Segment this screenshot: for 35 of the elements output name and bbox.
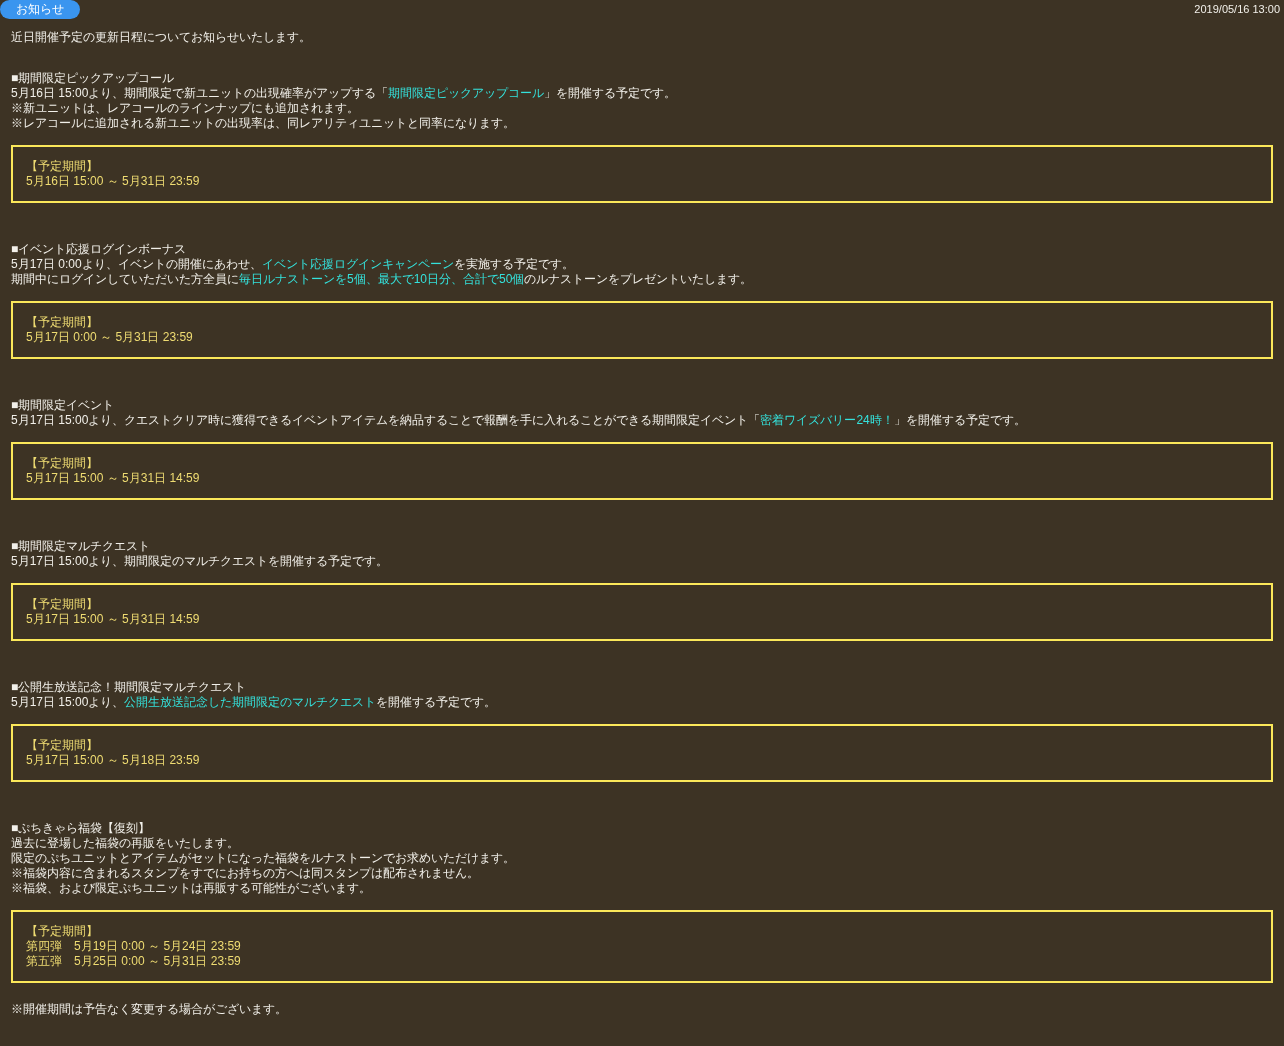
post-date: 2019/05/16 13:00 bbox=[1194, 2, 1280, 17]
period-dates: 5月17日 0:00 ～ 5月31日 23:59 bbox=[26, 330, 194, 345]
section-title: ■公開生放送記念！期間限定マルチクエスト bbox=[11, 680, 248, 695]
body-text: ※福袋内容に含まれるスタンプをすでにお持ちの方へは同スタンプは配布されません。 bbox=[11, 866, 480, 881]
period-dates: 第四弾 5月19日 0:00 ～ 5月24日 23:59 bbox=[26, 939, 242, 954]
period-dates: 第五弾 5月25日 0:00 ～ 5月31日 23:59 bbox=[26, 954, 242, 969]
body-text: 5月17日 15:00より、公開生放送記念した期間限定のマルチクエスト を開催する予定です。 bbox=[11, 695, 498, 710]
body-text: 5月17日 15:00より、期間限定のマルチクエストを開催する予定です。 bbox=[11, 554, 390, 569]
body-text: ※レアコールに追加される新ユニットの出現率は、同レアリティユニットと同率になります。 bbox=[11, 116, 516, 131]
period-dates: 5月16日 15:00 ～ 5月31日 23:59 bbox=[26, 174, 201, 189]
period-dates: 5月17日 15:00 ～ 5月31日 14:59 bbox=[26, 471, 201, 486]
section-title: ■ぷちきゃら福袋【復刻】 bbox=[11, 821, 152, 836]
period-heading: 【予定期間】 bbox=[26, 315, 99, 330]
body-text: 5月16日 15:00より、期間限定で新ユニットの出現確率がアップする「期間限定ピックアップコール」を開催する予定です。 bbox=[11, 86, 678, 101]
period-heading: 【予定期間】 bbox=[26, 924, 99, 939]
notice-badge: お知らせ bbox=[0, 0, 80, 19]
period-heading: 【予定期間】 bbox=[26, 738, 99, 753]
footer-note: ※開催期間は予告なく変更する場合がございます。 bbox=[11, 1002, 288, 1017]
body-text: ※新ユニットは、レアコールのラインナップにも追加されます。 bbox=[11, 101, 360, 116]
body-text: 限定のぷちユニットとアイテムがセットになった福袋をルナストーンでお求めいただけます。 bbox=[11, 851, 516, 866]
body-text: ※福袋、および限定ぷちユニットは再販する可能性がございます。 bbox=[11, 881, 372, 896]
section-title: ■期間限定ピックアップコール bbox=[11, 71, 176, 86]
period-heading: 【予定期間】 bbox=[26, 456, 99, 471]
body-text: 5月17日 0:00より、イベントの開催にあわせ、イベント応援ログインキャンペーンを実施する予定です。 bbox=[11, 257, 575, 272]
body-text: 5月17日 15:00より、クエストクリア時に獲得できるイベントアイテムを納品することで報酬を手に入れることができる期間限定イベント「密着ワイズバリー24時！」を開催する予定です。 bbox=[11, 413, 1027, 428]
section-title: ■期間限定イベント bbox=[11, 398, 116, 413]
section-title: ■イベント応援ログインボーナス bbox=[11, 242, 188, 257]
period-heading: 【予定期間】 bbox=[26, 597, 99, 612]
intro-text: 近日開催予定の更新日程についてお知らせいたします。 bbox=[11, 30, 312, 45]
section-title: ■期間限定マルチクエスト bbox=[11, 539, 152, 554]
period-dates: 5月17日 15:00 ～ 5月31日 14:59 bbox=[26, 612, 201, 627]
period-dates: 5月17日 15:00 ～ 5月18日 23:59 bbox=[26, 753, 201, 768]
body-text: 過去に登場した福袋の再販をいたします。 bbox=[11, 836, 240, 851]
period-heading: 【予定期間】 bbox=[26, 159, 99, 174]
body-text: 期間中にログインしていただいた方全員に毎日ルナストーンを5個、最大で10日分、合計で50個のルナストーンをプレゼントいたします。 bbox=[11, 272, 754, 287]
